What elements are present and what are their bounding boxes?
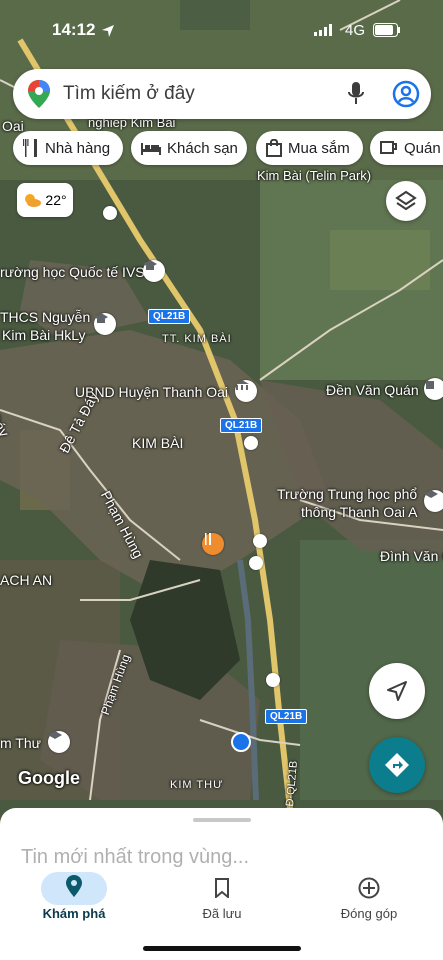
bus-stop-icon[interactable] bbox=[103, 206, 117, 220]
signal-icon bbox=[314, 24, 332, 36]
coffee-cup-icon bbox=[380, 141, 397, 154]
add-circle-icon bbox=[358, 877, 380, 899]
map-label: Kim Bài (Telin Park) bbox=[257, 168, 372, 183]
map-label: ACH AN bbox=[0, 572, 53, 588]
google-maps-pin-icon bbox=[28, 80, 50, 108]
microphone-icon[interactable] bbox=[348, 82, 364, 106]
bus-stop-icon[interactable] bbox=[266, 673, 280, 687]
map-label: KIM THƯ bbox=[170, 779, 224, 791]
search-bar[interactable]: Tìm kiếm ở đây bbox=[13, 69, 431, 119]
layers-button[interactable] bbox=[386, 181, 426, 221]
account-icon[interactable] bbox=[392, 80, 420, 108]
road-shield: QL21B bbox=[148, 309, 191, 324]
map-label: thông Thanh Oai A bbox=[301, 504, 418, 520]
map-label: Oai bbox=[2, 118, 24, 134]
layers-icon bbox=[395, 190, 417, 211]
current-location-dot bbox=[231, 732, 251, 752]
chip-label: Quán bbox=[404, 139, 441, 157]
chip-shopping[interactable]: Mua sắm bbox=[256, 131, 363, 165]
map-label: Đền Văn Quán bbox=[326, 382, 419, 398]
weather-temp: 22° bbox=[45, 192, 67, 208]
nav-label: Đã lưu bbox=[202, 906, 242, 921]
school-icon[interactable] bbox=[143, 260, 165, 282]
battery-icon bbox=[373, 23, 400, 37]
chip-label: Khách sạn bbox=[167, 139, 238, 157]
road-shield: QL21B bbox=[265, 709, 308, 724]
school-icon[interactable] bbox=[94, 313, 116, 335]
chip-hotels[interactable]: Khách sạn bbox=[131, 131, 247, 165]
fork-knife-icon bbox=[23, 139, 37, 157]
network-type: 4G bbox=[345, 22, 366, 39]
google-logo: Google bbox=[18, 768, 80, 788]
status-time: 14:12 bbox=[52, 20, 96, 39]
restaurant-icon[interactable] bbox=[202, 533, 224, 555]
chip-restaurants[interactable]: Nhà hàng bbox=[13, 131, 123, 165]
bookmark-icon bbox=[215, 878, 229, 898]
bus-stop-icon[interactable] bbox=[249, 556, 263, 570]
map-label: TT. KIM BÀI bbox=[162, 333, 232, 345]
chip-label: Nhà hàng bbox=[45, 139, 111, 157]
nav-item-saved[interactable]: Đã lưu bbox=[162, 870, 282, 921]
temple-icon[interactable] bbox=[424, 378, 443, 400]
location-arrow-icon bbox=[102, 25, 114, 37]
map-label: Trường Trung học phổ bbox=[277, 486, 418, 502]
partly-cloudy-icon bbox=[25, 194, 42, 207]
school-icon[interactable] bbox=[424, 490, 443, 512]
nav-item-explore[interactable]: Khám phá bbox=[14, 870, 134, 921]
school-icon[interactable] bbox=[48, 731, 70, 753]
sheet-drag-handle[interactable] bbox=[193, 818, 251, 822]
bus-stop-icon[interactable] bbox=[253, 534, 267, 548]
search-input[interactable]: Tìm kiếm ở đây bbox=[63, 83, 195, 105]
directions-button[interactable] bbox=[369, 737, 425, 793]
map-label: m Thư bbox=[0, 735, 42, 751]
shopping-bag-icon bbox=[266, 139, 282, 157]
nav-label: Khám phá bbox=[42, 906, 106, 921]
navigation-arrow-icon bbox=[387, 681, 407, 701]
map-label: THCS Nguyễn bbox=[0, 309, 91, 325]
chip-cafes[interactable]: Quán bbox=[370, 131, 443, 165]
nav-label: Đóng góp bbox=[340, 906, 398, 921]
bed-icon bbox=[141, 143, 161, 155]
chip-label: Mua sắm bbox=[288, 139, 350, 157]
status-bar: 14:12 4G bbox=[0, 0, 443, 56]
government-icon[interactable] bbox=[235, 380, 257, 402]
weather-widget[interactable]: 22° bbox=[17, 183, 73, 217]
recenter-button[interactable] bbox=[369, 663, 425, 719]
map-label: Kim Bài HkLy bbox=[2, 327, 86, 343]
map-label: rường học Quốc tế IVS bbox=[0, 264, 145, 280]
bus-stop-icon[interactable] bbox=[244, 436, 258, 450]
directions-icon bbox=[385, 753, 409, 777]
road-shield: QL21B bbox=[220, 418, 263, 433]
map-label: Đình Văn C bbox=[380, 548, 443, 564]
home-indicator bbox=[143, 946, 301, 951]
map-label: KIM BÀI bbox=[132, 435, 184, 451]
location-pin-icon bbox=[66, 875, 82, 897]
sheet-title: Tin mới nhất trong vùng... bbox=[21, 846, 250, 868]
nav-item-contribute[interactable]: Đóng góp bbox=[309, 870, 429, 921]
